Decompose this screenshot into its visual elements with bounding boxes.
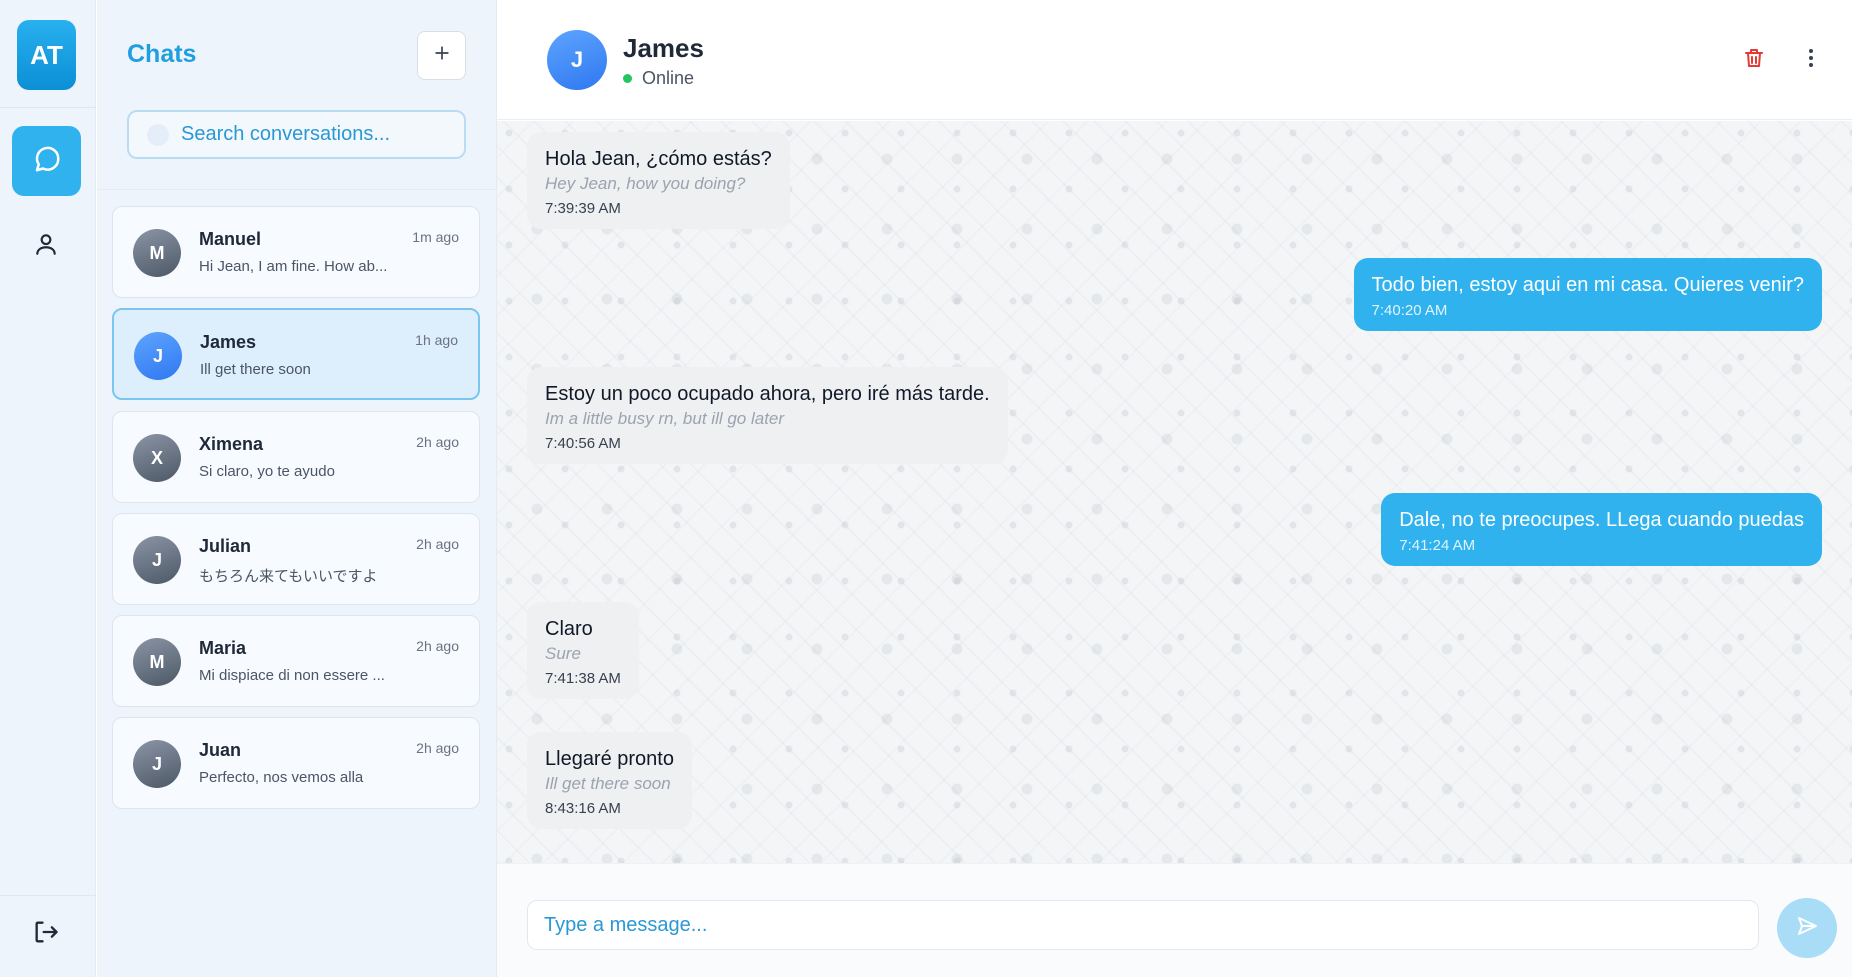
more-vertical-icon <box>1799 46 1823 75</box>
conversation-panel: J James Online Hola Jean, ¿cómo estás? H… <box>497 0 1852 977</box>
delete-chat-button[interactable] <box>1740 46 1768 74</box>
message-text: Dale, no te preocupes. LLega cuando pued… <box>1399 509 1804 531</box>
conversation-header: J James Online <box>497 0 1852 120</box>
nav-rail: AT <box>0 0 96 977</box>
message-time: 7:40:56 AM <box>545 435 621 452</box>
avatar: M <box>133 229 181 277</box>
chat-bubble-icon <box>32 144 62 179</box>
send-icon <box>1795 914 1819 943</box>
message-translation: Sure <box>545 644 581 663</box>
message-time: 7:41:38 AM <box>545 670 621 687</box>
user-icon <box>33 231 59 262</box>
conversation-preview: Perfecto, nos vemos alla <box>199 769 364 786</box>
contact-name: James <box>623 33 704 63</box>
conversation-item-maria[interactable]: M Maria Mi dispiace di non essere ... 2h… <box>112 615 480 707</box>
conversation-time: 1m ago <box>412 229 459 245</box>
conversation-time: 2h ago <box>416 536 459 552</box>
conversation-item-juan[interactable]: J Juan Perfecto, nos vemos alla 2h ago <box>112 717 480 809</box>
message-translation: Ill get there soon <box>545 774 671 793</box>
conversation-item-manuel[interactable]: M Manuel Hi Jean, I am fine. How ab... 1… <box>112 206 480 298</box>
message-bubble-incoming: Estoy un poco ocupado ahora, pero iré má… <box>527 367 1008 464</box>
avatar: J <box>133 536 181 584</box>
message-composer <box>497 863 1852 977</box>
conversation-name: James <box>200 332 257 352</box>
message-text: Llegaré pronto <box>545 748 674 770</box>
message-text: Estoy un poco ocupado ahora, pero iré má… <box>545 383 990 405</box>
message-bubble-outgoing: Todo bien, estoy aqui en mi casa. Quiere… <box>1353 258 1822 331</box>
message-list: Hola Jean, ¿cómo estás? Hey Jean, how yo… <box>497 121 1852 863</box>
conversation-name: Maria <box>199 638 247 658</box>
status-text: Online <box>642 68 695 88</box>
message-bubble-incoming: Hola Jean, ¿cómo estás? Hey Jean, how yo… <box>527 132 790 229</box>
conversation-preview: Mi dispiace di non essere ... <box>199 667 385 684</box>
message-translation: Im a little busy rn, but ill go later <box>545 409 785 428</box>
conversation-item-ximena[interactable]: X Ximena Si claro, yo te ayudo 2h ago <box>112 411 480 503</box>
chat-list-panel: Chats M Manuel Hi Jean, I am fine. How a… <box>97 0 497 977</box>
logout-icon <box>32 918 60 951</box>
conversation-item-julian[interactable]: J Julian もちろん来てもいいですよ 2h ago <box>112 513 480 605</box>
contact-avatar: J <box>547 30 607 90</box>
online-dot <box>623 74 632 83</box>
avatar: J <box>133 740 181 788</box>
avatar: X <box>133 434 181 482</box>
rail-divider <box>0 107 96 108</box>
conversation-name: Manuel <box>199 229 262 249</box>
message-bubble-outgoing: Dale, no te preocupes. LLega cuando pued… <box>1381 493 1822 566</box>
chat-list-header: Chats <box>97 0 497 190</box>
conversation-time: 2h ago <box>416 638 459 654</box>
search-box <box>127 110 466 159</box>
conversation-preview: Hi Jean, I am fine. How ab... <box>199 258 388 275</box>
message-text: Hola Jean, ¿cómo estás? <box>545 148 772 170</box>
app-logo: AT <box>17 20 76 90</box>
new-chat-button[interactable] <box>417 31 466 80</box>
send-button[interactable] <box>1777 898 1837 958</box>
message-input[interactable] <box>527 900 1759 950</box>
conversation-time: 2h ago <box>416 434 459 450</box>
conversation-name: Juan <box>199 740 242 760</box>
chat-list-title: Chats <box>127 40 197 68</box>
message-translation: Hey Jean, how you doing? <box>545 174 746 193</box>
message-bubble-incoming: Llegaré pronto Ill get there soon 8:43:1… <box>527 732 692 829</box>
rail-item-chats[interactable] <box>12 126 81 196</box>
message-time: 8:43:16 AM <box>545 800 621 817</box>
conversation-time: 2h ago <box>416 740 459 756</box>
message-time: 7:40:20 AM <box>1371 302 1448 319</box>
plus-icon <box>432 43 452 68</box>
message-text: Todo bien, estoy aqui en mi casa. Quiere… <box>1371 274 1804 296</box>
more-options-button[interactable] <box>1797 46 1825 74</box>
conversation-time: 1h ago <box>415 332 458 348</box>
avatar: M <box>133 638 181 686</box>
rail-item-profile[interactable] <box>30 230 62 262</box>
message-time: 7:41:24 AM <box>1399 537 1476 554</box>
rail-divider-bottom <box>0 895 96 896</box>
conversation-name: Julian <box>199 536 252 556</box>
conversation-preview: Si claro, yo te ayudo <box>199 463 335 480</box>
trash-icon <box>1742 46 1766 75</box>
search-icon <box>147 123 169 146</box>
conversation-preview: Ill get there soon <box>200 361 311 378</box>
conversation-item-james[interactable]: J James Ill get there soon 1h ago <box>112 308 480 400</box>
avatar: J <box>134 332 182 380</box>
message-bubble-incoming: Claro Sure 7:41:38 AM <box>527 602 639 699</box>
message-time: 7:39:39 AM <box>545 200 621 217</box>
contact-status: Online <box>623 68 694 89</box>
message-text: Claro <box>545 618 593 640</box>
conversation-preview: もちろん来てもいいですよ <box>199 568 378 585</box>
logout-button[interactable] <box>30 918 62 950</box>
search-input[interactable] <box>181 123 451 146</box>
conversation-name: Ximena <box>199 434 264 454</box>
